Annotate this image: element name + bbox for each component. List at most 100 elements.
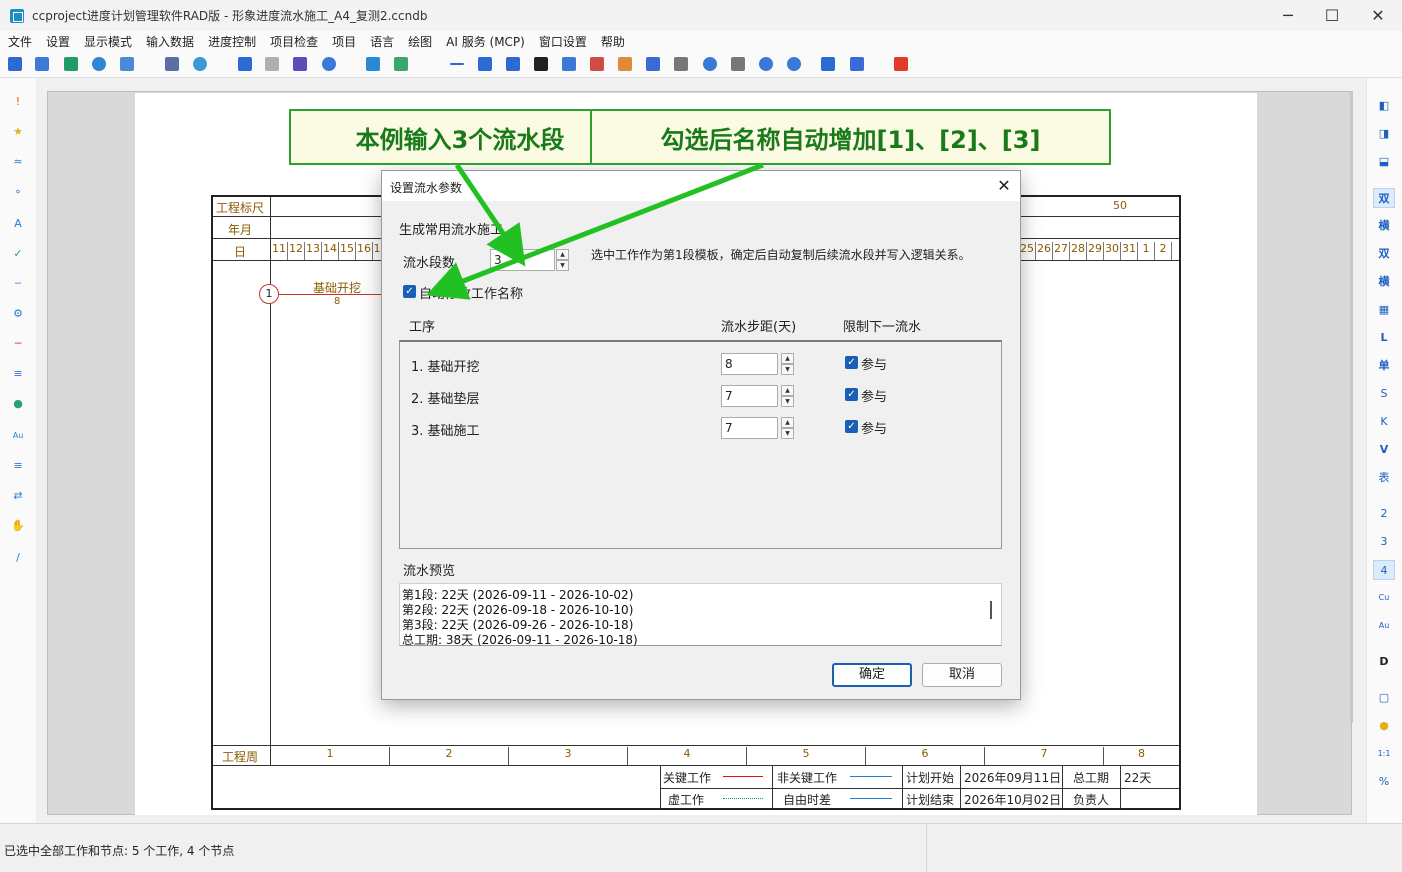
heading-icon[interactable] xyxy=(674,57,688,71)
spin-up-icon[interactable]: ▲ xyxy=(781,385,794,396)
mode-horizontal[interactable]: 横 xyxy=(1373,216,1395,236)
step-value[interactable]: 7 xyxy=(725,421,733,435)
spin-up-icon[interactable]: ▲ xyxy=(781,353,794,364)
redo-icon[interactable] xyxy=(394,57,408,71)
menu-settings[interactable]: 设置 xyxy=(46,33,70,50)
menu-display-mode[interactable]: 显示模式 xyxy=(84,33,132,50)
open-folder-icon[interactable] xyxy=(35,57,49,71)
menu-progress-control[interactable]: 进度控制 xyxy=(208,33,256,50)
level-2[interactable]: 2 xyxy=(1373,504,1395,524)
mode-double[interactable]: 双 xyxy=(1373,188,1395,208)
line-icon[interactable] xyxy=(450,63,464,65)
wave-icon[interactable]: ≈ xyxy=(11,156,25,168)
gear-icon[interactable]: ⚙ xyxy=(11,308,25,320)
menu-project[interactable]: 项目 xyxy=(332,33,356,50)
preview-box[interactable]: 第1段: 22天 (2026-09-11 - 2026-10-02) 第2段: … xyxy=(399,583,1002,647)
filter-icon[interactable]: ≡ xyxy=(11,460,25,472)
au-button[interactable]: Au xyxy=(1373,616,1395,636)
minimize-icon[interactable]: ─ xyxy=(1265,0,1311,31)
auto-rename-label[interactable]: 自动修改工作名称 xyxy=(419,283,523,302)
scroll-thumb[interactable] xyxy=(1350,91,1353,723)
zoom-percent[interactable]: % xyxy=(1373,772,1395,792)
task-node[interactable]: 1 xyxy=(259,284,279,304)
step-stepper[interactable]: 7 xyxy=(721,385,778,407)
frame-icon[interactable]: ▢ xyxy=(1373,688,1395,708)
new-file-icon[interactable] xyxy=(8,57,22,71)
mode-double-alt[interactable]: 双 xyxy=(1373,244,1395,264)
link-icon[interactable]: ∘ xyxy=(11,186,25,198)
mode-k[interactable]: K xyxy=(1373,412,1395,432)
info-icon[interactable] xyxy=(703,57,717,71)
participate-label[interactable]: 参与 xyxy=(861,354,887,373)
step-value[interactable]: 7 xyxy=(725,389,733,403)
step-stepper[interactable]: 7 xyxy=(721,417,778,439)
checker-icon[interactable] xyxy=(534,57,548,71)
undo-icon[interactable] xyxy=(366,57,380,71)
count-spin-buttons[interactable]: ▲ ▼ xyxy=(556,249,569,271)
star-icon[interactable]: ★ xyxy=(11,126,25,138)
menu-language[interactable]: 语言 xyxy=(370,33,394,50)
paint-icon[interactable] xyxy=(562,57,576,71)
menu-window-settings[interactable]: 窗口设置 xyxy=(539,33,587,50)
menu-ai-service[interactable]: AI 服务 (MCP) xyxy=(446,33,525,50)
dialog-close-icon[interactable]: ✕ xyxy=(992,175,1016,197)
step-stepper[interactable]: 8 xyxy=(721,353,778,375)
comment-icon[interactable]: ● xyxy=(1373,716,1395,736)
search-icon[interactable] xyxy=(322,57,336,71)
refresh-icon[interactable] xyxy=(193,57,207,71)
mode-horizontal-alt[interactable]: 横 xyxy=(1373,272,1395,292)
collapse-icon[interactable] xyxy=(821,57,835,71)
count-stepper[interactable]: 3 xyxy=(490,249,555,271)
auto-rename-checkbox[interactable]: ✓ xyxy=(403,285,416,298)
preview-scrollbar[interactable] xyxy=(990,601,992,619)
cancel-button[interactable]: 取消 xyxy=(922,663,1002,687)
minus-icon[interactable]: ─ xyxy=(11,338,25,350)
spin-up-icon[interactable]: ▲ xyxy=(556,249,569,260)
cu-button[interactable]: Cu xyxy=(1373,588,1395,608)
swap-icon[interactable]: ⇄ xyxy=(11,490,25,502)
au-icon[interactable]: Au xyxy=(11,430,25,442)
text-icon[interactable] xyxy=(731,57,745,71)
image-export-icon[interactable] xyxy=(120,57,134,71)
menu-file[interactable]: 文件 xyxy=(8,33,32,50)
menu-project-check[interactable]: 项目检查 xyxy=(270,33,318,50)
menu-draw[interactable]: 绘图 xyxy=(408,33,432,50)
menu-input-data[interactable]: 输入数据 xyxy=(146,33,194,50)
maximize-icon[interactable]: ☐ xyxy=(1309,0,1355,31)
level-3[interactable]: 3 xyxy=(1373,532,1395,552)
mode-table[interactable]: 表 xyxy=(1373,468,1395,488)
zoom-out-icon[interactable] xyxy=(759,57,773,71)
spin-down-icon[interactable]: ▼ xyxy=(781,364,794,375)
participate-checkbox[interactable]: ✓ xyxy=(845,356,858,369)
dotted-line-icon[interactable]: ┄ xyxy=(11,278,25,290)
panel-right-icon[interactable]: ◨ xyxy=(1373,124,1395,144)
panel-bottom-icon[interactable]: ⬓ xyxy=(1373,152,1395,172)
participate-checkbox[interactable]: ✓ xyxy=(845,420,858,433)
close-icon[interactable]: ✕ xyxy=(1355,0,1401,31)
step-spin-buttons[interactable]: ▲ ▼ xyxy=(781,385,794,407)
step-value[interactable]: 8 xyxy=(725,357,733,371)
font-icon[interactable]: A xyxy=(11,218,25,230)
paste-icon[interactable] xyxy=(265,57,279,71)
palette-icon[interactable] xyxy=(618,57,632,71)
vertical-scrollbar[interactable] xyxy=(1352,91,1364,821)
menu-help[interactable]: 帮助 xyxy=(601,33,625,50)
panel-left-icon[interactable]: ◧ xyxy=(1373,96,1395,116)
copy-icon[interactable] xyxy=(238,57,252,71)
spin-down-icon[interactable]: ▼ xyxy=(556,260,569,271)
count-value[interactable]: 3 xyxy=(494,253,502,267)
sort-icon[interactable] xyxy=(506,57,520,71)
step-spin-buttons[interactable]: ▲ ▼ xyxy=(781,353,794,375)
task-name[interactable]: 基础开挖 xyxy=(313,279,361,296)
level-4[interactable]: 4 xyxy=(1373,560,1395,580)
users-icon[interactable]: ● xyxy=(11,398,25,410)
table-icon[interactable]: ▦ xyxy=(1373,300,1395,320)
edit-icon[interactable] xyxy=(646,57,660,71)
mode-single[interactable]: 单 xyxy=(1373,356,1395,376)
hand-icon[interactable]: ✋ xyxy=(11,520,25,532)
participate-label[interactable]: 参与 xyxy=(861,386,887,405)
zoom-in-icon[interactable] xyxy=(787,57,801,71)
participate-label[interactable]: 参与 xyxy=(861,418,887,437)
mode-s[interactable]: S xyxy=(1373,384,1395,404)
format-brush-icon[interactable] xyxy=(293,57,307,71)
